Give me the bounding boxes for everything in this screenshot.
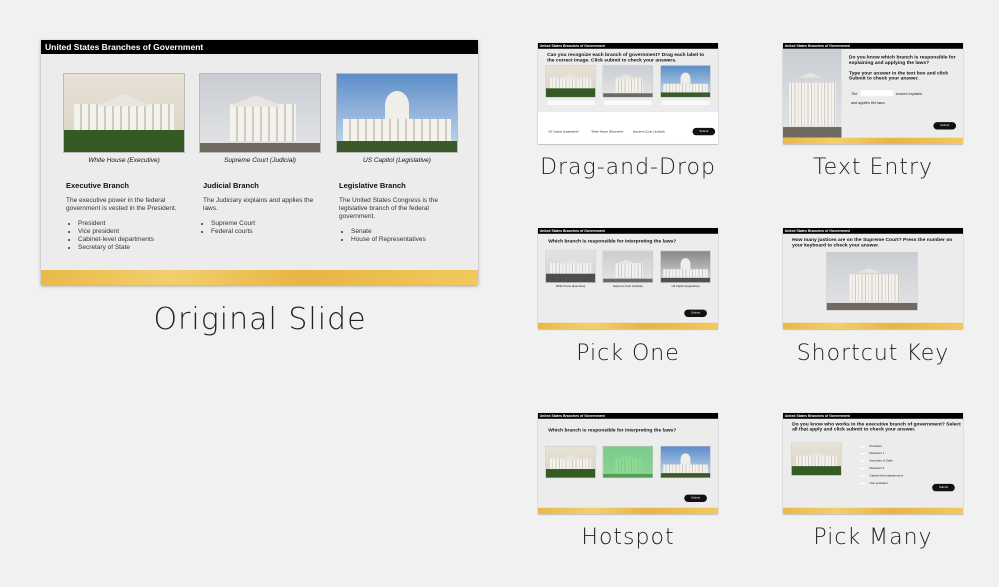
heading: Legislative Branch	[339, 181, 406, 190]
drop-target[interactable]	[660, 99, 711, 106]
judicial-column: Judicial Branch The Judiciary explains a…	[203, 181, 323, 236]
original-slide[interactable]: United States Branches of Government Whi…	[41, 40, 478, 285]
white-house-option[interactable]	[545, 250, 596, 283]
drag-and-drop-label: Drag-and-Drop	[540, 155, 716, 180]
supreme-court-image	[783, 48, 842, 138]
question: Do you know who works in the executive b…	[792, 420, 961, 432]
question: Which branch is responsible for interpre…	[548, 237, 677, 244]
text: The	[850, 91, 858, 96]
caption: US Capitol (Legislative)	[363, 157, 431, 164]
question: Can you recognize each branch of governm…	[547, 51, 705, 63]
caption: White House (Executive)	[88, 157, 160, 164]
list-item: Cabinet-level departments	[78, 236, 186, 244]
checkbox[interactable]	[859, 466, 866, 471]
white-house-image	[791, 442, 842, 476]
submit-button[interactable]: Submit	[684, 494, 707, 502]
list-item: Secretary of State	[78, 244, 186, 252]
text: The United States Congress is the legisl…	[339, 197, 438, 220]
supreme-court-hotspot[interactable]	[602, 445, 653, 479]
slide-title: United States Branches of Government	[538, 228, 719, 234]
original-slide-label: Original Slide	[153, 302, 367, 337]
drag-label[interactable]: White House (Executive)	[592, 130, 624, 133]
text-entry-label: Text Entry	[812, 155, 934, 180]
caption: US Capitol (Legislative)	[671, 284, 700, 288]
submit-button[interactable]: Submit	[932, 483, 955, 492]
heading: Judicial Branch	[203, 181, 259, 190]
option-label[interactable]: Cabinet-level departments	[870, 474, 904, 477]
heading: Executive Branch	[66, 181, 129, 190]
legislative-column: Legislative Branch The United States Con…	[339, 181, 459, 244]
list-item: Supreme Court	[211, 220, 323, 228]
caption: Supreme Court (Judicial)	[613, 284, 643, 288]
hotspot-slide[interactable]: United States Branches of Government Whi…	[538, 413, 719, 514]
question: How many justices are on the Supreme Cou…	[792, 236, 953, 248]
capitol-hotspot[interactable]	[660, 445, 711, 479]
list-item: House of Representatives	[351, 236, 459, 244]
gold-band	[41, 270, 478, 285]
checkbox[interactable]	[859, 444, 866, 449]
list-item: President	[78, 220, 186, 228]
gold-band	[783, 507, 964, 514]
supreme-court-option[interactable]	[602, 250, 653, 283]
caption: White House (Executive)	[555, 284, 586, 288]
supreme-court-image	[602, 65, 653, 98]
option-label[interactable]: Secretary of State	[870, 460, 893, 463]
option-label[interactable]: President	[870, 445, 882, 448]
slide-title: United States Branches of Government	[783, 413, 964, 419]
text: The executive power in the federal gover…	[66, 197, 177, 212]
supreme-court-image	[826, 251, 918, 311]
text: The Judiciary explains and applies the l…	[203, 197, 314, 212]
answer-input[interactable]	[860, 89, 894, 97]
pick-one-label: Pick One	[576, 341, 680, 366]
text-entry-slide[interactable]: United States Branches of Government Do …	[783, 43, 964, 144]
capitol-option[interactable]	[660, 250, 711, 283]
drag-label[interactable]: Supreme Court (Judicial)	[633, 130, 665, 133]
capitol-image	[660, 65, 711, 98]
slide-title: United States Branches of Government	[538, 413, 719, 419]
drag-label[interactable]: US Capitol (Legislative)	[548, 130, 578, 133]
drop-target[interactable]	[546, 99, 596, 106]
option-label[interactable]: Vice president	[870, 482, 888, 485]
question: Do you know which branch is responsible …	[848, 54, 956, 66]
gold-band	[783, 137, 964, 144]
list-item: Federal courts	[211, 228, 323, 236]
checkbox[interactable]	[859, 481, 866, 486]
white-house-hotspot[interactable]	[545, 445, 596, 479]
instruction: Type your answer in the text box and cli…	[848, 69, 949, 81]
shortcut-key-slide[interactable]: United States Branches of Government How…	[783, 228, 964, 329]
option-label[interactable]: Distractor 2	[870, 467, 885, 470]
submit-button[interactable]: Submit	[933, 122, 957, 130]
pick-many-slide[interactable]: United States Branches of Government Do …	[783, 413, 964, 514]
gold-band	[538, 507, 719, 514]
shortcut-key-label: Shortcut Key	[796, 341, 950, 366]
checkbox[interactable]	[859, 473, 866, 479]
text: and applies the laws.	[850, 100, 886, 105]
submit-button[interactable]: Submit	[684, 309, 707, 317]
caption: Supreme Court (Judicial)	[224, 157, 296, 164]
option-label[interactable]: Distractor 1	[870, 452, 885, 455]
text: branch explains	[896, 91, 923, 96]
checkbox[interactable]	[859, 451, 866, 456]
gold-band	[783, 322, 964, 329]
submit-button[interactable]: Submit	[692, 127, 716, 136]
executive-column: Executive Branch The executive power in …	[66, 181, 186, 252]
list-item: Senate	[351, 228, 459, 236]
drop-target[interactable]	[603, 99, 653, 106]
slide-title: United States Branches of Government	[538, 43, 719, 49]
slide-title: United States Branches of Government	[783, 228, 964, 234]
slide-title: United States Branches of Government	[41, 40, 478, 54]
white-house-image	[545, 65, 596, 98]
pick-one-slide[interactable]: United States Branches of Government Whi…	[538, 228, 719, 329]
drag-and-drop-slide[interactable]: United States Branches of Government Can…	[538, 43, 719, 144]
question: Which branch is responsible for interpre…	[548, 427, 677, 433]
supreme-court-image	[199, 73, 321, 153]
gold-band	[538, 322, 719, 329]
hotspot-label: Hotspot	[581, 525, 675, 550]
capitol-image	[336, 73, 458, 153]
list-item: Vice president	[78, 228, 186, 236]
checkbox[interactable]	[859, 459, 866, 464]
pick-many-label: Pick Many	[813, 525, 933, 550]
white-house-image	[63, 73, 185, 153]
